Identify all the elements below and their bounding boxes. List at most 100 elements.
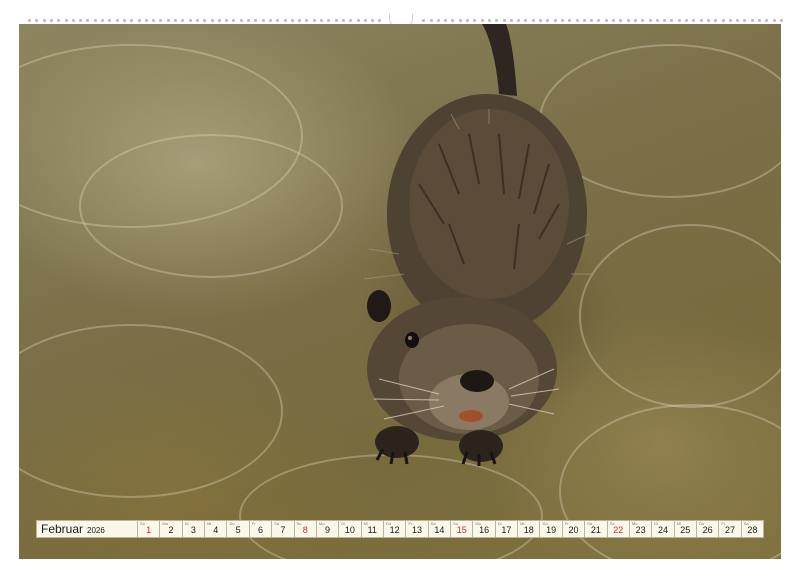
day-cell: Di 10 xyxy=(339,520,362,538)
day-cell: Fr 13 xyxy=(406,520,429,538)
day-cells: So 1 Mo 2 Di 3 Mi 4 Do 5 Fr 6 Sa 7 So 8 Mo 9 Di 10 Mi 11 Do 12 F… xyxy=(138,520,765,540)
binding-hole xyxy=(436,19,440,22)
day-cell: Do 26 xyxy=(696,520,720,538)
day-cell: Mi 25 xyxy=(674,520,697,538)
binding-hole xyxy=(239,19,243,22)
day-number: 5 xyxy=(235,525,241,535)
day-number: 17 xyxy=(501,525,512,535)
day-cell: So 22 xyxy=(607,520,630,538)
binding-hole xyxy=(714,19,718,22)
day-number: 4 xyxy=(213,525,219,535)
binding-hole xyxy=(210,19,214,22)
binding-hole xyxy=(524,19,528,22)
binding-hole xyxy=(480,19,484,22)
binding-hole xyxy=(217,19,221,22)
day-number: 16 xyxy=(479,525,490,535)
day-cell: Mo 16 xyxy=(473,520,496,538)
binding-hole xyxy=(108,19,112,22)
binding-hole xyxy=(612,19,615,22)
day-cell: Do 5 xyxy=(227,520,250,538)
binding-hole xyxy=(312,19,316,22)
binding-hole xyxy=(349,19,353,22)
binding-hole xyxy=(779,19,783,22)
day-number: 20 xyxy=(568,525,579,535)
day-cell: Do 12 xyxy=(383,520,407,538)
binding-hole xyxy=(137,19,141,22)
binding-hole xyxy=(79,19,83,22)
binding-hole xyxy=(268,19,272,22)
day-cell: Mi 18 xyxy=(518,520,541,538)
binding-hole xyxy=(582,19,586,22)
binding-hole xyxy=(590,19,594,22)
day-number: 15 xyxy=(456,525,467,535)
binding-hole xyxy=(283,19,287,22)
binding-hole xyxy=(378,19,382,22)
binding-hole xyxy=(261,19,265,22)
day-cell: Mi 11 xyxy=(361,520,384,538)
binding-hole xyxy=(130,19,134,22)
binding-hole xyxy=(517,19,521,22)
binding-hole xyxy=(699,19,703,22)
binding-hole xyxy=(203,19,207,22)
day-cell: So 1 xyxy=(138,520,161,538)
day-cell: Mo 9 xyxy=(316,520,340,538)
day-number: 8 xyxy=(302,525,308,535)
month-year: 2026 xyxy=(87,526,105,535)
binding-hole xyxy=(122,19,126,22)
day-cell: Di 3 xyxy=(182,520,206,538)
binding-hole xyxy=(458,19,462,22)
binding-hole xyxy=(290,19,294,22)
day-number: 27 xyxy=(725,525,736,535)
binding-hole xyxy=(685,19,688,22)
binding-hole xyxy=(334,19,338,22)
binding-hole xyxy=(575,19,579,22)
day-cell: Mo 23 xyxy=(629,520,653,538)
binding-hole xyxy=(728,19,732,22)
day-cell: Fr 6 xyxy=(249,520,273,538)
binding-hole xyxy=(327,19,331,22)
binding-hole xyxy=(188,19,192,22)
binding-hole xyxy=(560,19,564,22)
day-number: 18 xyxy=(523,525,534,535)
binding-hole xyxy=(670,19,674,22)
day-cell: Di 24 xyxy=(652,520,675,538)
binding-hole xyxy=(42,19,46,22)
binding-hole xyxy=(531,19,535,22)
binding-hole xyxy=(633,19,637,22)
binding-hole xyxy=(49,19,53,22)
binding-hole xyxy=(772,19,776,22)
day-cell: Mi 4 xyxy=(205,520,228,538)
month-name: Februar xyxy=(41,522,84,536)
binding-hole xyxy=(663,19,667,22)
binding-hole xyxy=(232,19,236,22)
binding-hole xyxy=(677,19,681,22)
binding-hole xyxy=(152,19,156,22)
binding-hole xyxy=(93,19,97,22)
day-number: 28 xyxy=(747,525,758,535)
binding-hole xyxy=(247,19,250,22)
nutria-icon xyxy=(363,24,594,466)
binding-hole xyxy=(320,19,323,22)
binding-hole xyxy=(495,19,499,22)
binding-hole xyxy=(444,19,448,22)
binding-hole xyxy=(721,19,725,22)
binding-hole xyxy=(71,19,75,22)
binding-hole xyxy=(502,19,506,22)
binding-hole xyxy=(363,19,367,22)
binding-hole xyxy=(298,19,302,22)
binding-hole xyxy=(371,19,375,22)
binding-hole xyxy=(174,19,177,22)
day-number: 11 xyxy=(367,525,377,535)
binding-hole xyxy=(86,19,90,22)
binding-hole xyxy=(509,19,513,22)
day-cell: Fr 20 xyxy=(562,520,586,538)
day-number: 3 xyxy=(190,525,196,535)
day-number: 23 xyxy=(635,525,646,535)
binding-hole xyxy=(655,19,659,22)
binding-hole xyxy=(473,19,477,22)
binding-hole xyxy=(597,19,601,22)
binding-hole xyxy=(692,19,696,22)
binding-hole xyxy=(305,19,309,22)
binding-hole xyxy=(254,19,258,22)
binding-hole xyxy=(225,19,229,22)
